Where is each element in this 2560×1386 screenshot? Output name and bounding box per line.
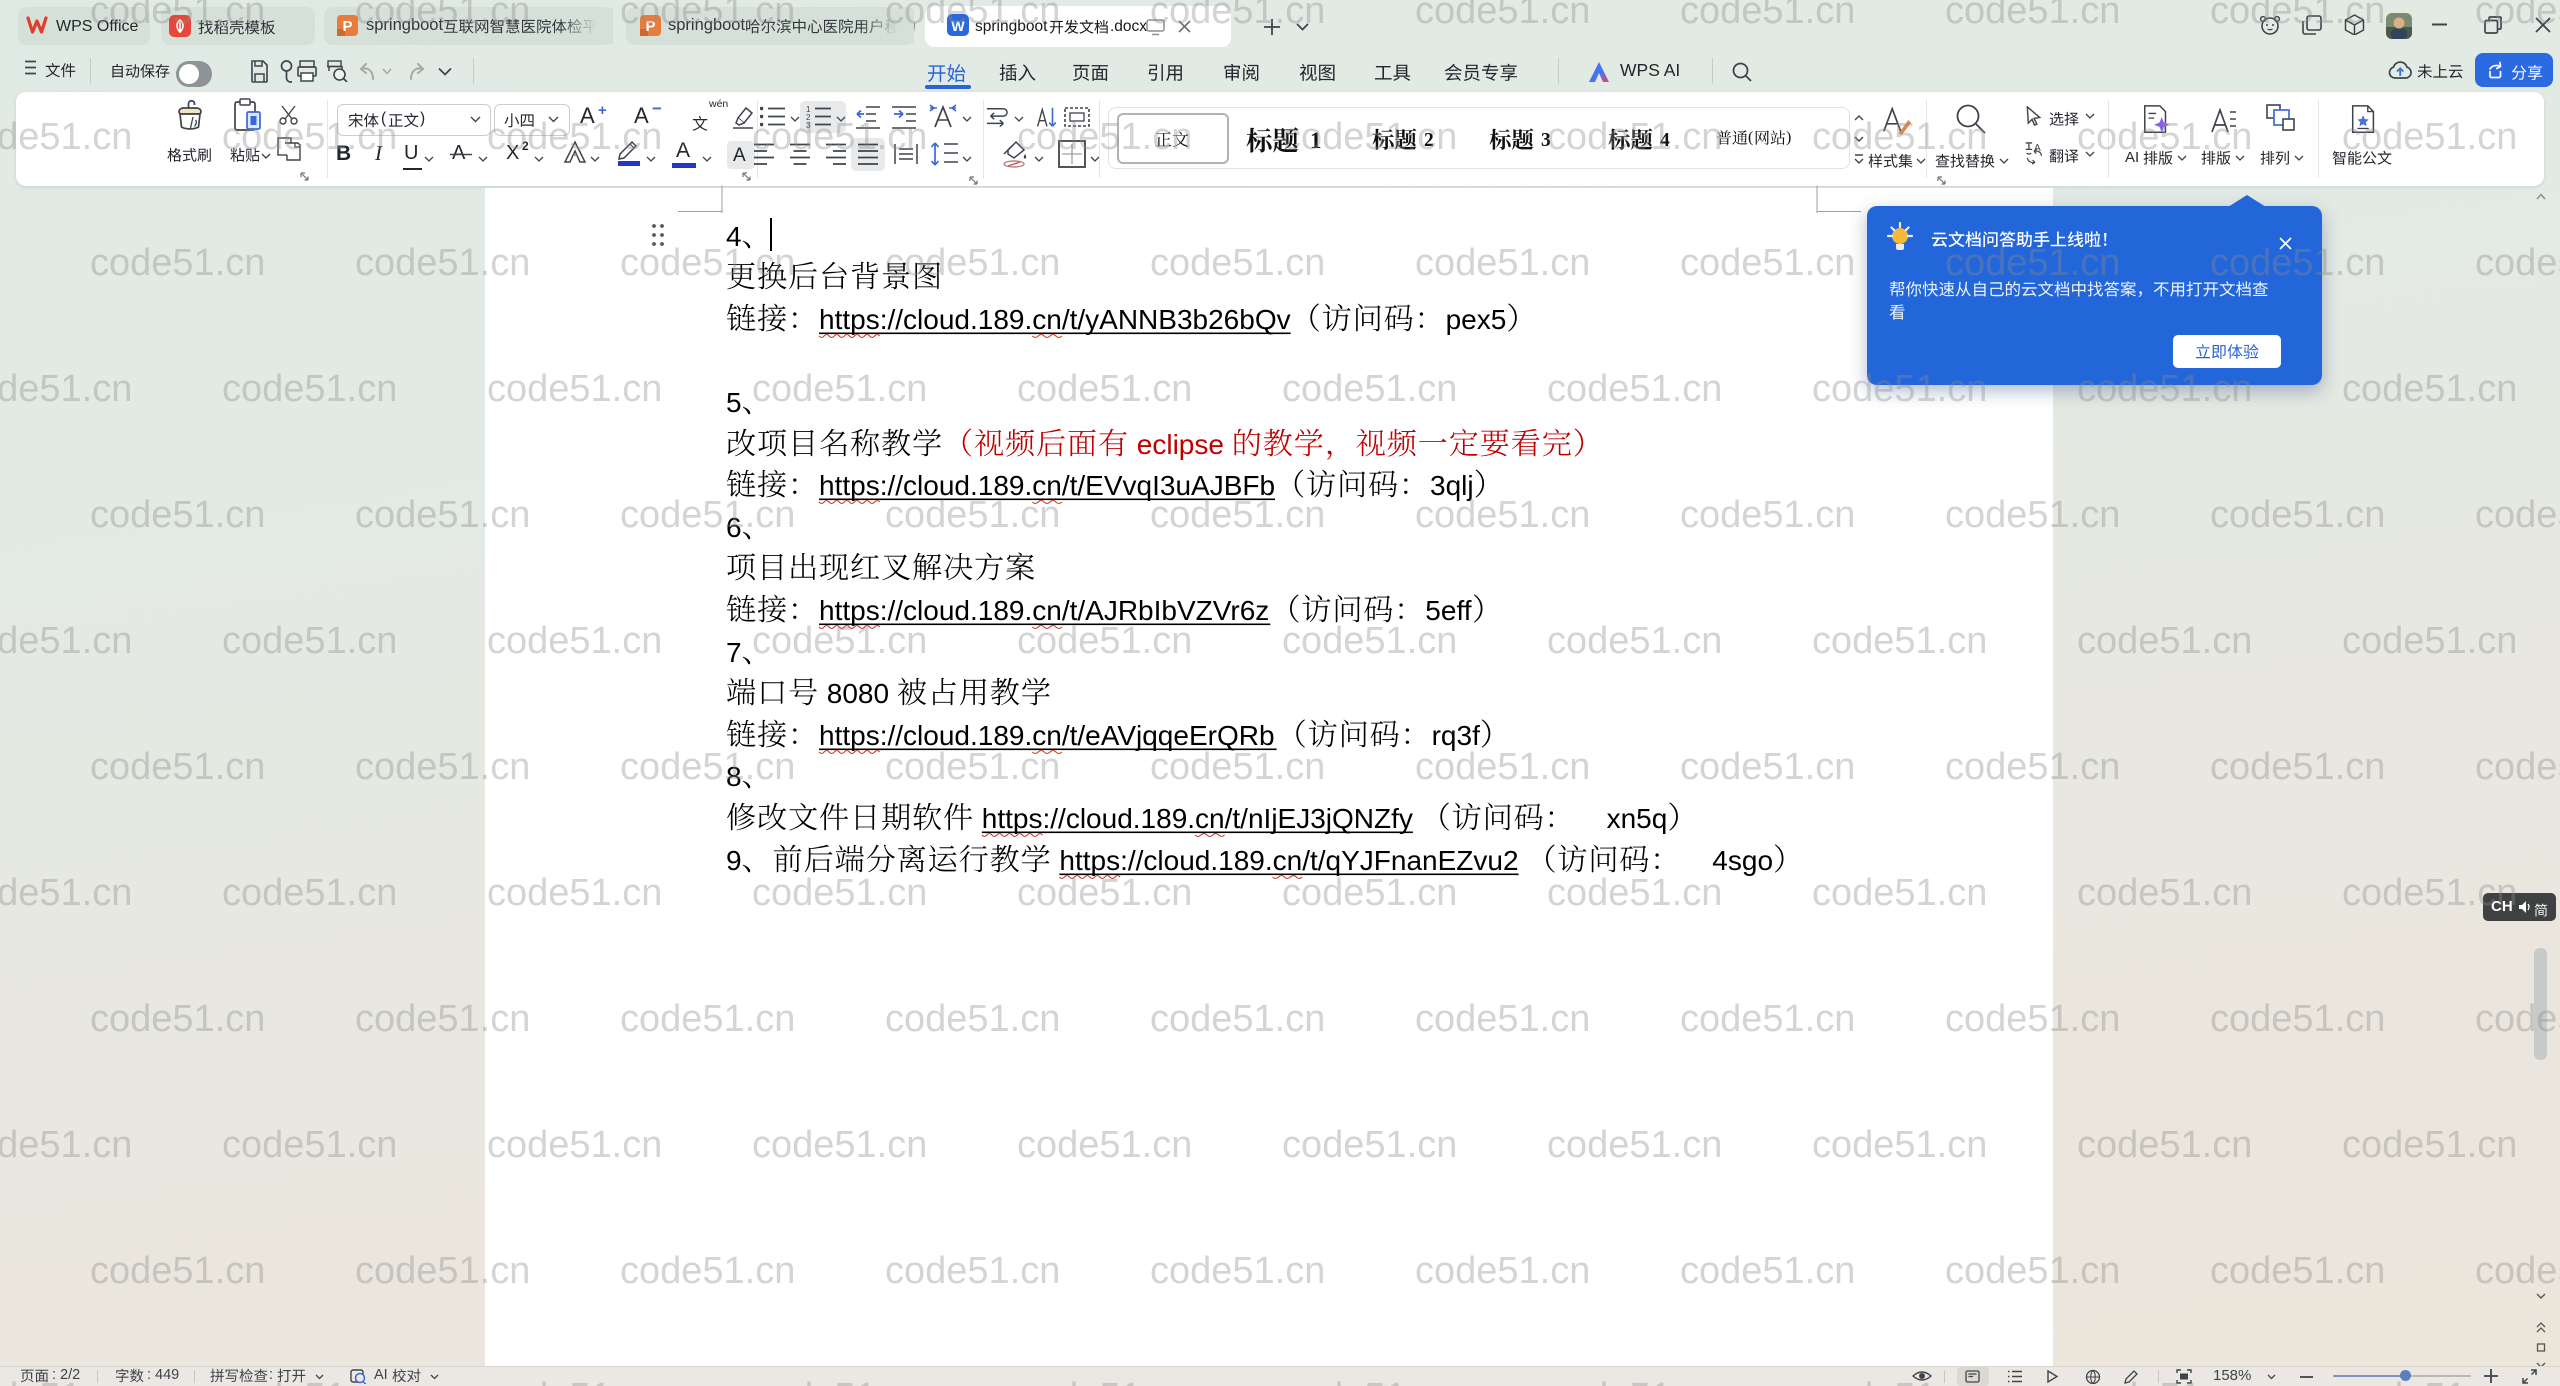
svg-text:https://cloud.189.cn/t/AJRbIbV: https://cloud.189.cn/t/AJRbIbVZVr6z (819, 595, 1269, 626)
svg-text:https://cloud.189.cn/t/eAVjqqe: https://cloud.189.cn/t/eAVjqqeErQRb (819, 720, 1275, 751)
svg-text:4: 4 (726, 221, 742, 252)
svg-text:https://cloud.189.cn/t/yANNB3b: https://cloud.189.cn/t/yANNB3b26bQv (819, 304, 1291, 335)
svg-text:5: 5 (726, 387, 742, 418)
svg-text:6: 6 (726, 512, 742, 543)
svg-text:3: 3 (806, 121, 811, 128)
svg-text:7: 7 (726, 637, 742, 668)
svg-text:8080: 8080 (819, 678, 897, 709)
svg-text:3qlj: 3qlj (1430, 470, 1474, 501)
svg-text:5eff: 5eff (1425, 595, 1471, 626)
svg-text:P: P (342, 18, 352, 35)
svg-text:https://cloud.189.cn/t/EVvqI3u: https://cloud.189.cn/t/EVvqI3uAJBFb (819, 470, 1275, 501)
svg-text:rq3f: rq3f (1432, 720, 1480, 751)
svg-text:pex5: pex5 (1446, 304, 1507, 335)
svg-text:4sgo: 4sgo (1712, 845, 1773, 876)
svg-text:W: W (951, 18, 965, 34)
svg-text:9: 9 (726, 845, 742, 876)
svg-text:https://cloud.189.cn/t/qYJFnan: https://cloud.189.cn/t/qYJFnanEZvu2 (1059, 845, 1518, 876)
svg-text:xn5q: xn5q (1607, 803, 1668, 834)
svg-text:P: P (645, 18, 655, 35)
svg-text:https://cloud.189.cn/t/nIjEJ3j: https://cloud.189.cn/t/nIjEJ3jQNZfy (982, 803, 1413, 834)
svg-text:8: 8 (726, 761, 742, 792)
svg-text:eclipse: eclipse (1129, 429, 1232, 460)
